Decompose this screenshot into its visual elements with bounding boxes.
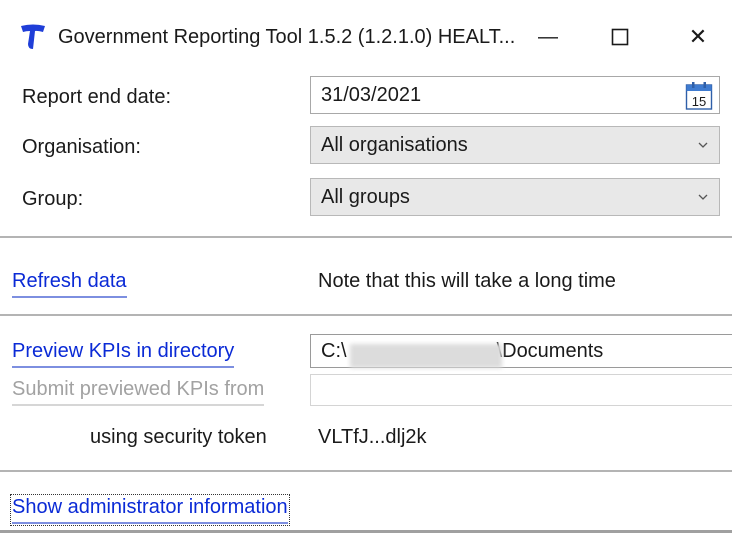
title-bar[interactable]: Government Reporting Tool 1.5.2 (1.2.1.0… <box>0 0 732 76</box>
separator <box>0 530 732 533</box>
chevron-down-icon <box>698 142 708 148</box>
submit-previewed-kpis-link: Submit previewed KPIs from <box>12 378 265 406</box>
separator <box>0 236 732 238</box>
telstra-logo-icon <box>21 24 45 49</box>
organisation-label: Organisation: <box>22 136 141 158</box>
security-token-label: using security token <box>90 426 267 448</box>
minimize-icon: — <box>538 25 558 48</box>
calendar-icon[interactable]: 15 <box>685 81 713 111</box>
separator <box>0 314 732 316</box>
report-end-date-value: 31/03/2021 <box>321 83 422 106</box>
chevron-down-icon <box>698 194 708 200</box>
redaction-blur <box>350 344 502 368</box>
preview-path-prefix: C:\ <box>321 339 347 362</box>
maximize-icon <box>611 28 629 46</box>
minimize-button[interactable]: — <box>518 14 578 60</box>
preview-kpis-link[interactable]: Preview KPIs in directory <box>12 340 235 368</box>
organisation-dropdown[interactable]: All organisations <box>310 126 720 164</box>
window-title: Government Reporting Tool 1.5.2 (1.2.1.0… <box>58 26 516 48</box>
preview-path-suffix: \Documents <box>496 339 604 362</box>
close-icon: ✕ <box>688 24 708 49</box>
maximize-button[interactable] <box>590 14 650 60</box>
refresh-data-link[interactable]: Refresh data <box>12 270 127 298</box>
show-administrator-information-link[interactable]: Show administrator information <box>10 494 290 526</box>
refresh-note: Note that this will take a long time <box>318 270 616 292</box>
group-value: All groups <box>321 185 410 208</box>
report-end-date-picker[interactable]: 31/03/2021 15 <box>310 76 720 114</box>
report-end-date-label: Report end date: <box>22 86 171 108</box>
calendar-day: 15 <box>692 94 706 109</box>
security-token-value: VLTfJ...dlj2k <box>318 426 427 448</box>
organisation-value: All organisations <box>321 133 468 156</box>
group-dropdown[interactable]: All groups <box>310 178 720 216</box>
submit-directory-input <box>310 374 732 406</box>
close-button[interactable]: ✕ <box>668 14 728 60</box>
separator <box>0 470 732 472</box>
group-label: Group: <box>22 188 84 210</box>
